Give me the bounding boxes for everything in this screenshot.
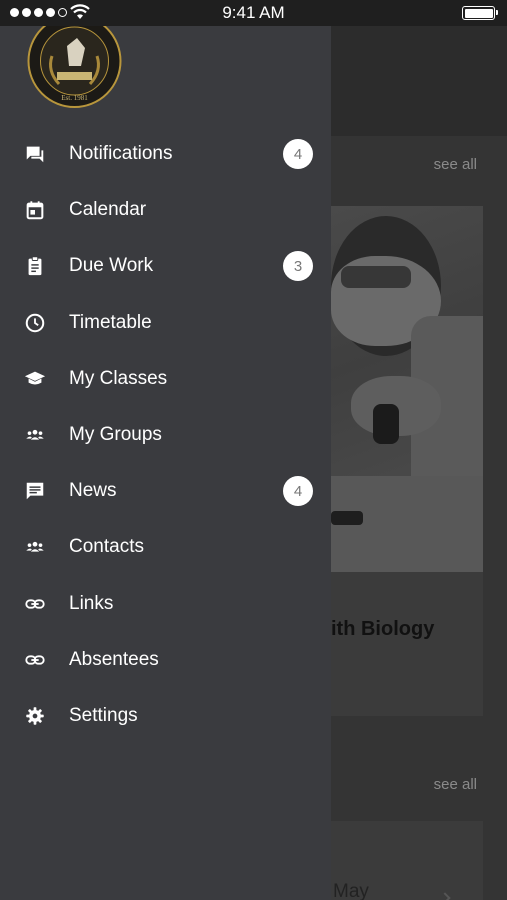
menu-item-news[interactable]: News 4 [0,463,331,519]
gear-icon [26,707,44,725]
graduation-cap-icon [24,371,46,385]
background-header [331,26,507,136]
menu-item-my-groups[interactable]: My Groups [0,407,331,463]
menu-item-timetable[interactable]: Timetable [0,295,331,351]
status-bar: 9:41 AM [0,0,507,26]
menu-item-contacts[interactable]: Contacts [0,519,331,575]
status-time: 9:41 AM [222,3,285,22]
news-badge: 4 [283,476,313,507]
link-icon [25,655,45,665]
menu-label: Settings [69,704,138,726]
menu-item-notifications[interactable]: Notifications 4 [0,126,331,182]
news-card[interactable]: ith Biology [331,206,483,716]
battery-icon [462,6,498,20]
see-all-link[interactable]: see all [434,156,477,173]
menu-item-settings[interactable]: Settings [0,688,331,744]
menu-label: My Groups [69,424,162,446]
menu-item-due-work[interactable]: Due Work 3 [0,238,331,294]
event-card-month: May [333,881,369,900]
news-photo [331,206,483,572]
menu-label: Absentees [69,648,159,670]
menu-item-calendar[interactable]: Calendar [0,182,331,238]
drawer-menu: Notifications 4 Calendar Due Work 3 Time… [0,126,331,744]
group-icon [26,542,44,552]
menu-item-links[interactable]: Links [0,576,331,632]
menu-label: My Classes [69,367,168,389]
due-work-badge: 3 [283,251,313,282]
see-all-link[interactable]: see all [434,776,477,793]
menu-label: Timetable [69,311,152,333]
group-icon [26,429,44,440]
menu-item-absentees[interactable]: Absentees [0,632,331,688]
school-crest-logo: Est. 1981 [27,26,122,108]
chat-icon [26,146,44,163]
calendar-icon [26,201,44,220]
notification-badge: 4 [283,139,313,170]
side-drawer: Est. 1981 Notifications 4 Calendar Due W… [0,26,331,900]
menu-label: Links [69,592,114,614]
clipboard-icon [28,256,42,276]
menu-item-my-classes[interactable]: My Classes [0,351,331,407]
logo-est-text: Est. 1981 [61,94,88,102]
news-card-title: ith Biology [331,618,435,640]
menu-label: Contacts [69,536,144,558]
menu-label: Calendar [69,199,147,221]
menu-label: Due Work [69,255,154,277]
menu-label: Notifications [69,143,173,165]
message-icon [26,482,44,500]
menu-label: News [69,480,117,502]
background-screen[interactable]: see all ith Biology see all May [331,26,507,900]
link-icon [25,599,45,609]
clock-icon [25,313,45,332]
